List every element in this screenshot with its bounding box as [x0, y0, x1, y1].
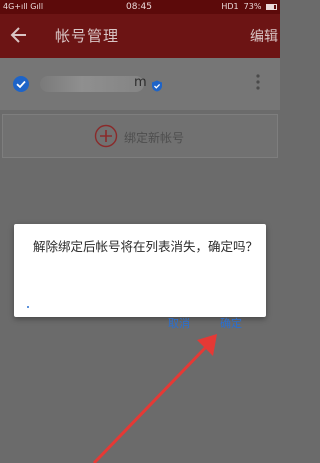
battery-fill — [267, 4, 274, 9]
plus-circle-icon — [94, 124, 118, 148]
verified-shield-icon — [151, 77, 163, 92]
masked-account-name — [40, 76, 144, 92]
page-title: 帐号管理 — [55, 27, 120, 45]
signal-indicators: 4G+ıll Gıll — [3, 2, 44, 11]
status-bar: 4G+ıll Gıll 08:45 HD1 ⁠ 73% — [0, 0, 280, 14]
dialog-dot — [27, 306, 29, 308]
confirm-dialog: 解除绑定后帐号将在列表消失，确定吗？ 取消 确定 — [14, 224, 266, 330]
account-name-suffix: m — [134, 75, 147, 90]
status-time: 08:45 — [126, 2, 152, 12]
battery-icon — [266, 3, 277, 10]
arrow-left-icon[interactable] — [10, 24, 28, 46]
network-battery-text: HD1 ⁠ 73% — [221, 2, 262, 11]
status-right: HD1 ⁠ 73% — [221, 0, 277, 14]
edit-button[interactable]: 编辑 — [250, 26, 278, 46]
account-row[interactable]: m — [0, 58, 280, 110]
bind-new-account-button[interactable]: 绑定新帐号 — [2, 114, 278, 158]
checkmark-circle-icon[interactable] — [13, 76, 29, 92]
more-vertical-icon[interactable] — [255, 73, 261, 91]
confirm-button[interactable]: 确定 — [220, 315, 242, 331]
cancel-button[interactable]: 取消 — [168, 315, 190, 331]
bind-new-account-label: 绑定新帐号 — [124, 131, 185, 145]
app-header: 帐号管理 编辑 — [0, 14, 280, 58]
dialog-message: 解除绑定后帐号将在列表消失，确定吗？ — [33, 239, 259, 254]
